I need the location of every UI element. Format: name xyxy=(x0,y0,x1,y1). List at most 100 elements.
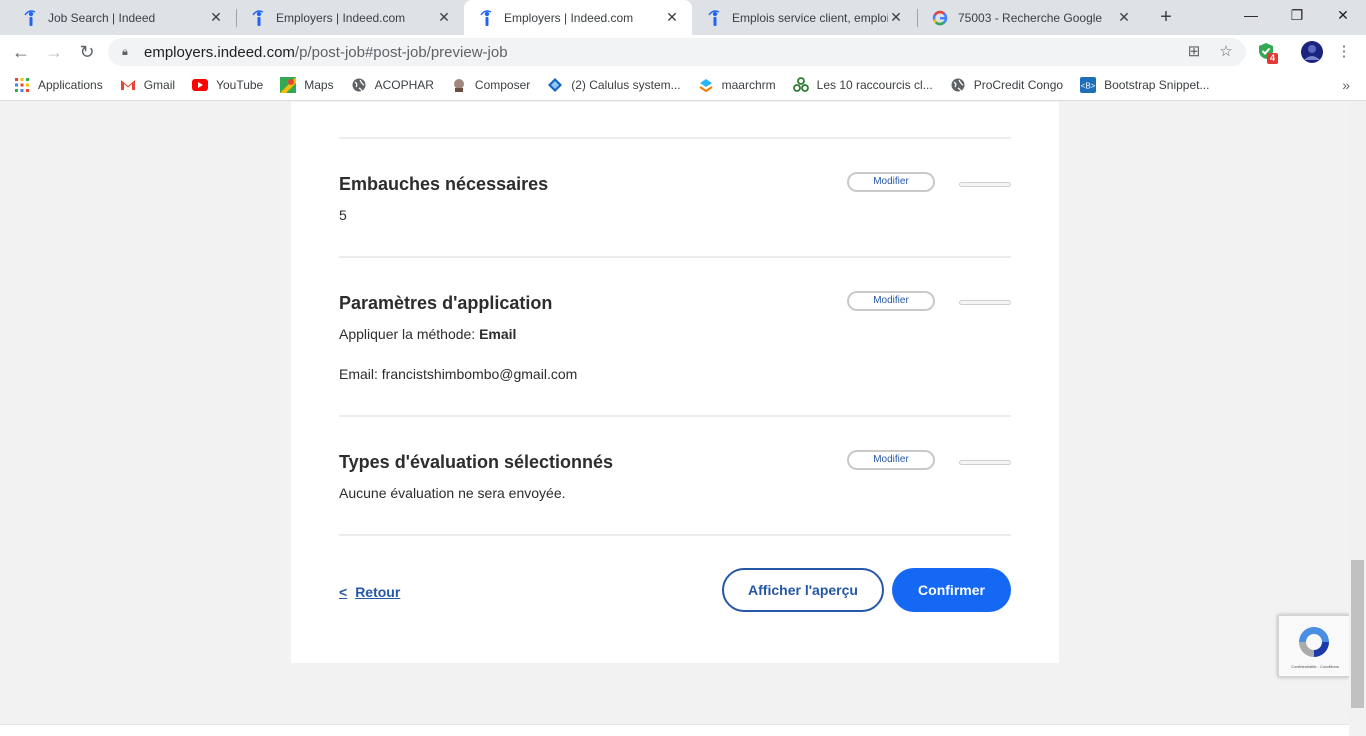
bookmark-bootstrap[interactable]: <B> Bootstrap Snippet... xyxy=(1080,76,1209,93)
tab-bar: Job Search | Indeed ✕ Employers | Indeed… xyxy=(0,0,1366,35)
star-icon[interactable]: ☆ xyxy=(1216,42,1236,62)
drag-handle[interactable] xyxy=(959,300,1011,305)
globe-icon xyxy=(351,77,367,93)
google-icon xyxy=(932,10,948,26)
bookmark-acophar[interactable]: ACOPHAR xyxy=(351,77,434,93)
tab-title: 75003 - Recherche Google xyxy=(958,10,1103,25)
section-divider xyxy=(339,534,1011,536)
page-content: Embauches nécessaires Modifier 5 Paramèt… xyxy=(0,102,1366,736)
tab-title: Emplois service client, emploi | xyxy=(732,10,888,25)
back-link[interactable]: < Retour xyxy=(339,584,400,600)
composer-icon xyxy=(451,77,467,93)
application-method: Appliquer la méthode: Email xyxy=(339,326,516,342)
indeed-icon xyxy=(706,9,722,26)
bookmark-composer[interactable]: Composer xyxy=(451,77,530,93)
youtube-icon xyxy=(192,77,209,93)
bookmark-label: Gmail xyxy=(143,77,176,92)
url-host: employers.indeed.com xyxy=(144,43,295,61)
section-title-hires: Embauches nécessaires xyxy=(339,174,549,194)
recaptcha-terms[interactable]: Confidentialité - Conditions xyxy=(1279,664,1351,669)
bookmark-raccourcis[interactable]: Les 10 raccourcis cl... xyxy=(792,76,933,93)
indeed-icon xyxy=(250,9,266,26)
back-label: Retour xyxy=(355,584,401,600)
bootstrap-icon: <B> xyxy=(1080,76,1097,93)
translate-icon[interactable]: ⊞ xyxy=(1184,42,1204,62)
bookmark-label: ACOPHAR xyxy=(374,77,434,92)
bookmark-gmail[interactable]: Gmail xyxy=(120,77,175,93)
assessments-value: Aucune évaluation ne sera envoyée. xyxy=(339,485,566,501)
extension-badge: 4 xyxy=(1267,53,1279,64)
bookmark-calculus[interactable]: (2) Calulus system... xyxy=(547,77,681,93)
bookmark-youtube[interactable]: YouTube xyxy=(192,77,263,93)
edit-application-button[interactable]: Modifier xyxy=(847,291,935,311)
bookmarks-overflow-icon[interactable]: » xyxy=(1342,77,1350,93)
calculus-icon xyxy=(547,77,563,93)
drag-handle[interactable] xyxy=(959,460,1011,465)
bookmarks-bar: Applications Gmail YouTube Maps ACOPHAR … xyxy=(0,69,1366,101)
close-icon[interactable]: ✕ xyxy=(436,9,452,26)
svg-text:<B>: <B> xyxy=(1081,81,1096,90)
tab-title: Job Search | Indeed xyxy=(48,10,156,25)
lock-icon: 🔒︎ xyxy=(122,45,128,58)
application-email: Email: francistshimbombo@gmail.com xyxy=(339,366,578,382)
gmail-icon xyxy=(120,77,136,93)
recaptcha-icon xyxy=(1299,627,1329,657)
bookmark-label: YouTube xyxy=(216,77,264,92)
edit-hires-button[interactable]: Modifier xyxy=(847,172,935,192)
close-icon[interactable]: ✕ xyxy=(208,9,224,26)
section-title-assessments: Types d'évaluation sélectionnés xyxy=(339,452,614,472)
bookmark-label: ProCredit Congo xyxy=(973,77,1064,92)
bookmark-maps[interactable]: Maps xyxy=(280,76,334,93)
minimize-icon[interactable]: — xyxy=(1228,0,1274,30)
bookmark-applications[interactable]: Applications xyxy=(14,77,103,93)
globe-icon xyxy=(950,77,966,93)
tab-employers-active[interactable]: Employers | Indeed.com ✕ xyxy=(464,0,692,35)
close-icon[interactable]: ✕ xyxy=(664,9,680,26)
indeed-icon xyxy=(478,9,494,26)
recaptcha-badge[interactable]: Confidentialité - Conditions xyxy=(1278,615,1350,677)
bookmark-label: (2) Calulus system... xyxy=(571,77,681,92)
bookmark-label: Maps xyxy=(304,77,334,92)
back-arrow-icon[interactable]: ← xyxy=(9,40,33,64)
indeed-icon xyxy=(22,9,38,26)
bookmark-label: Les 10 raccourcis cl... xyxy=(816,77,933,92)
bookmark-label: Applications xyxy=(38,77,103,92)
bookmark-label: Composer xyxy=(474,77,531,92)
menu-kebab-icon[interactable]: ⋮ xyxy=(1334,42,1354,62)
method-value: Email xyxy=(479,326,517,342)
scrollbar-thumb[interactable] xyxy=(1351,560,1364,708)
page-scrollbar[interactable] xyxy=(1349,102,1366,722)
preview-button[interactable]: Afficher l'aperçu xyxy=(722,568,884,612)
drag-handle[interactable] xyxy=(959,182,1011,187)
bookmark-procredit[interactable]: ProCredit Congo xyxy=(950,77,1063,93)
chevron-left-icon: < xyxy=(339,584,348,600)
window-close-icon[interactable]: ✕ xyxy=(1320,0,1366,30)
tab-emplois[interactable]: Emplois service client, emploi | ✕ xyxy=(692,0,916,35)
tab-job-search[interactable]: Job Search | Indeed ✕ xyxy=(8,0,236,35)
shortcut-icon xyxy=(792,76,809,93)
bookmark-maarchrm[interactable]: maarchrm xyxy=(698,77,776,93)
url-path: /p/post-job#post-job/preview-job xyxy=(294,43,508,61)
bookmark-label: maarchrm xyxy=(721,77,776,92)
hires-value: 5 xyxy=(339,207,347,223)
new-tab-button[interactable]: + xyxy=(1155,6,1177,28)
apps-grid-icon xyxy=(14,77,30,93)
close-icon[interactable]: ✕ xyxy=(888,9,904,26)
restore-icon[interactable]: ❐ xyxy=(1274,0,1320,30)
section-divider xyxy=(339,415,1011,417)
maarch-icon xyxy=(698,77,714,93)
maps-icon xyxy=(280,76,297,93)
edit-assessments-button[interactable]: Modifier xyxy=(847,450,935,470)
page-bottom-strip xyxy=(0,724,1349,736)
close-icon[interactable]: ✕ xyxy=(1116,9,1132,26)
avatar[interactable] xyxy=(1301,41,1323,63)
reload-icon[interactable]: ↻ xyxy=(75,40,99,64)
confirm-button[interactable]: Confirmer xyxy=(892,568,1011,612)
tab-google[interactable]: 75003 - Recherche Google ✕ xyxy=(918,0,1144,35)
section-divider xyxy=(339,256,1011,258)
tab-employers-1[interactable]: Employers | Indeed.com ✕ xyxy=(236,0,464,35)
method-label: Appliquer la méthode: xyxy=(339,326,480,342)
forward-arrow-icon[interactable]: → xyxy=(42,40,66,64)
shield-extension-icon[interactable]: 4 xyxy=(1256,42,1279,64)
address-bar[interactable]: 🔒︎ employers.indeed.com/p/post-job#post-… xyxy=(108,38,1246,66)
